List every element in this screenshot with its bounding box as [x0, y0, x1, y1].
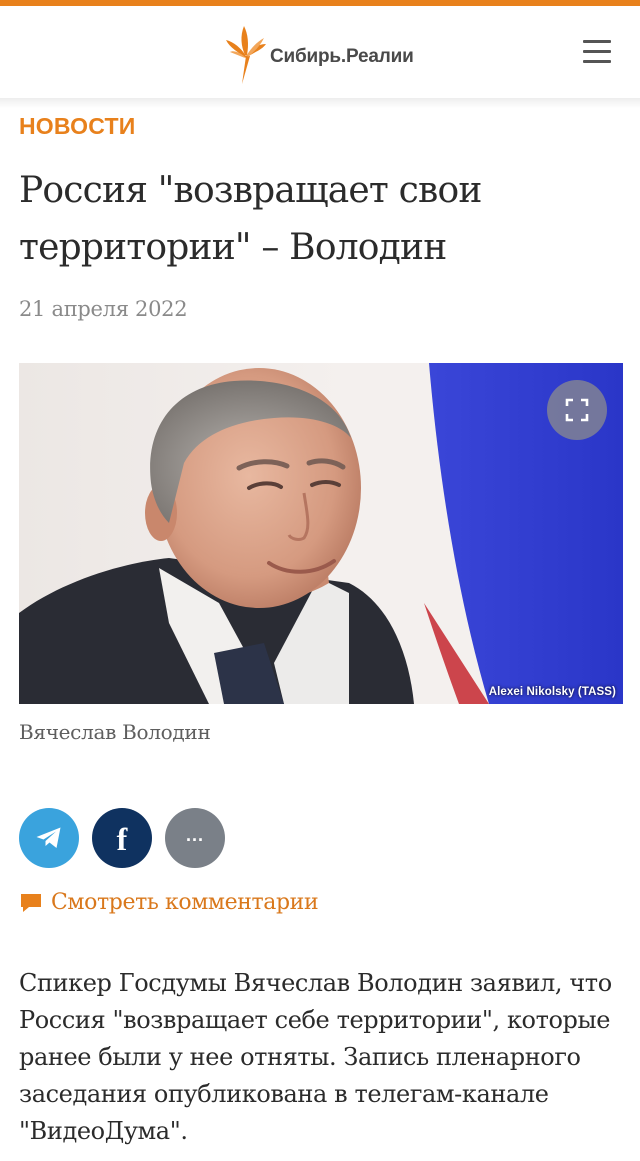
share-bar: f ...: [19, 808, 225, 868]
section-label[interactable]: НОВОСТИ: [19, 113, 135, 140]
logo-text: Сибирь.Реалии: [270, 46, 414, 67]
site-logo[interactable]: Сибирь.Реалии: [224, 22, 414, 86]
article-title: Россия "возвращает свои территории" – Во…: [19, 170, 482, 268]
menu-button[interactable]: [583, 40, 613, 66]
article-photo[interactable]: Alexei Nikolsky (TASS): [19, 363, 623, 704]
article-date: 21 апреля 2022: [19, 297, 188, 321]
photo-credit: Alexei Nikolsky (TASS): [488, 686, 616, 698]
facebook-icon: f: [116, 821, 128, 857]
fullscreen-button[interactable]: [547, 380, 607, 440]
flame-logo-icon: [226, 26, 266, 84]
view-comments-label: Смотреть комментарии: [51, 890, 319, 915]
site-header: Сибирь.Реалии: [0, 6, 640, 108]
share-facebook-button[interactable]: f: [92, 808, 152, 868]
more-dots-icon: ...: [185, 824, 204, 845]
share-telegram-button[interactable]: [19, 808, 79, 868]
expand-icon: [565, 398, 589, 422]
view-comments-link[interactable]: Смотреть комментарии: [19, 890, 319, 915]
photo-image: [19, 363, 623, 704]
hamburger-menu-icon: [583, 40, 611, 43]
telegram-icon: [36, 827, 61, 848]
photo-caption: Вячеслав Володин: [19, 720, 211, 744]
comment-icon: [21, 893, 41, 912]
article-body: Спикер Госдумы Вячеслав Володин заявил, …: [19, 969, 612, 1145]
share-more-button[interactable]: ...: [165, 808, 225, 868]
